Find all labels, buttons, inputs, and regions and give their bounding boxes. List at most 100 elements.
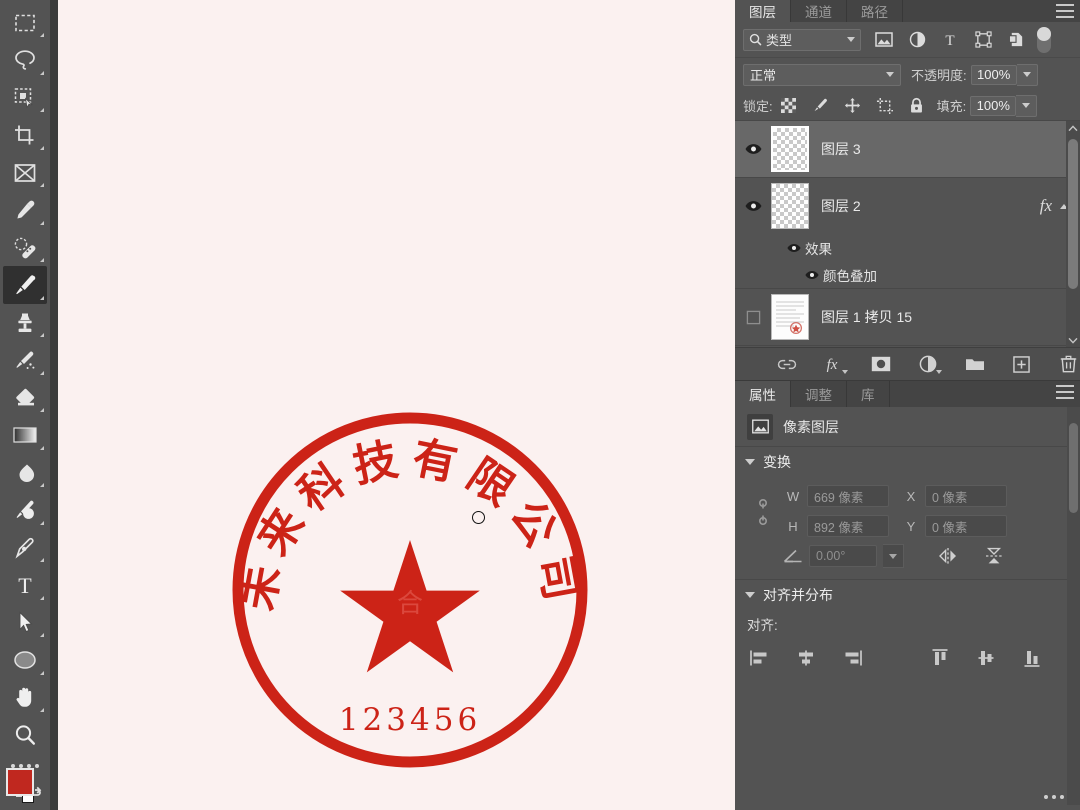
- filter-enable-toggle[interactable]: [1037, 26, 1051, 53]
- adjustment-filter-icon[interactable]: [906, 29, 928, 51]
- table-row[interactable]: 图层 3: [735, 121, 1080, 178]
- eraser-tool[interactable]: [3, 379, 47, 416]
- tab-paths[interactable]: 路径: [847, 0, 903, 22]
- frame-tool[interactable]: [3, 154, 47, 191]
- list-item[interactable]: 效果: [735, 234, 1080, 261]
- blend-mode-select[interactable]: 正常: [743, 63, 901, 86]
- dodge-tool[interactable]: [3, 491, 47, 528]
- history-brush-tool[interactable]: [3, 341, 47, 378]
- tab-libraries[interactable]: 库: [847, 381, 890, 407]
- color-swatches[interactable]: [6, 768, 46, 808]
- pixel-filter-icon[interactable]: [873, 29, 895, 51]
- properties-panel-menu-icon[interactable]: [1056, 385, 1074, 399]
- layer-thumbnail[interactable]: [771, 126, 809, 172]
- table-row[interactable]: 图层 1 拷贝 15: [735, 289, 1080, 346]
- opacity-stepper-chevron[interactable]: [1016, 63, 1038, 86]
- clone-stamp-tool[interactable]: [3, 304, 47, 341]
- layer-thumbnail[interactable]: [771, 183, 809, 229]
- foreground-color-swatch[interactable]: [6, 768, 34, 796]
- layer-style-button[interactable]: fx: [823, 353, 848, 375]
- align-bottom-edges-button[interactable]: [1019, 646, 1045, 670]
- new-group-button[interactable]: [964, 353, 986, 375]
- table-row[interactable]: [735, 346, 1080, 348]
- layer-visibility-toggle[interactable]: [735, 289, 771, 345]
- transform-section-header[interactable]: 变换: [735, 447, 1080, 477]
- document-canvas[interactable]: 未来科技有限公司 合 123456: [58, 0, 735, 810]
- gradient-tool[interactable]: [3, 416, 47, 453]
- brush-tool[interactable]: [3, 266, 47, 304]
- link-layers-button[interactable]: [776, 353, 798, 375]
- lasso-tool[interactable]: [3, 41, 47, 78]
- spot-healing-brush-tool[interactable]: [3, 229, 47, 266]
- layer-visibility-toggle[interactable]: [735, 121, 771, 177]
- align-left-edges-button[interactable]: [747, 646, 773, 670]
- zoom-tool[interactable]: [3, 716, 47, 753]
- adjustment-layer-button[interactable]: [917, 353, 942, 375]
- x-input[interactable]: 0 像素: [925, 485, 1007, 507]
- height-input[interactable]: 892 像素: [807, 515, 889, 537]
- eyedropper-tool[interactable]: [3, 191, 47, 228]
- width-input[interactable]: 669 像素: [807, 485, 889, 507]
- properties-scrollbar-thumb[interactable]: [1069, 423, 1078, 513]
- blur-tool[interactable]: [3, 454, 47, 491]
- layers-list[interactable]: 图层 3 图层 2 fx 效果 颜色叠加 图层 1 拷贝 15: [735, 121, 1080, 348]
- layer-name[interactable]: 图层 2: [821, 196, 1040, 216]
- table-row[interactable]: 图层 2 fx: [735, 178, 1080, 234]
- smartobject-filter-icon[interactable]: [1005, 29, 1027, 51]
- layers-scrollbar-thumb[interactable]: [1068, 139, 1078, 289]
- angle-input[interactable]: 0.00°: [809, 545, 877, 567]
- shape-filter-icon[interactable]: [972, 29, 994, 51]
- layers-scrollbar[interactable]: [1066, 121, 1080, 347]
- lock-all-icon[interactable]: [907, 96, 927, 116]
- fill-input[interactable]: 100%: [970, 95, 1017, 116]
- effect-group-label[interactable]: 效果: [805, 238, 832, 258]
- lock-position-icon[interactable]: [843, 96, 863, 116]
- effect-name[interactable]: 颜色叠加: [823, 265, 877, 285]
- effect-visibility-toggle[interactable]: [801, 270, 823, 280]
- scroll-up-arrow-icon[interactable]: [1066, 121, 1080, 135]
- quick-selection-tool[interactable]: [3, 79, 47, 116]
- ellipse-tool[interactable]: [3, 641, 47, 678]
- lock-transparent-pixels-icon[interactable]: [779, 96, 799, 116]
- layer-visibility-toggle[interactable]: [735, 346, 771, 347]
- type-tool[interactable]: T: [3, 566, 47, 603]
- layer-thumbnail[interactable]: [771, 347, 809, 348]
- layer-mask-button[interactable]: [870, 353, 892, 375]
- fill-stepper-chevron[interactable]: [1016, 94, 1038, 117]
- delete-layer-button[interactable]: [1058, 353, 1080, 375]
- lock-image-pixels-icon[interactable]: [811, 96, 831, 116]
- layer-fx-badge[interactable]: fx: [1040, 196, 1052, 216]
- properties-scrollbar[interactable]: [1067, 407, 1080, 805]
- tab-adjustments[interactable]: 调整: [791, 381, 847, 407]
- layers-panel-menu-icon[interactable]: [1056, 4, 1074, 18]
- layer-visibility-toggle[interactable]: [735, 178, 771, 234]
- layer-name[interactable]: 图层 3: [821, 139, 1080, 159]
- flip-horizontal-button[interactable]: [936, 545, 960, 567]
- tab-channels[interactable]: 通道: [791, 0, 847, 22]
- filter-kind-select[interactable]: 类型: [743, 28, 861, 51]
- angle-stepper-chevron[interactable]: [883, 544, 904, 568]
- effect-visibility-toggle[interactable]: [783, 243, 805, 253]
- align-right-edges-button[interactable]: [839, 646, 865, 670]
- link-aspect-ratio-button[interactable]: [755, 498, 771, 528]
- align-top-edges-button[interactable]: [927, 646, 953, 670]
- align-horizontal-centers-button[interactable]: [793, 646, 819, 670]
- layer-thumbnail[interactable]: [771, 294, 809, 340]
- opacity-input[interactable]: 100%: [970, 64, 1017, 85]
- new-layer-button[interactable]: [1011, 353, 1033, 375]
- pen-tool[interactable]: [3, 529, 47, 566]
- layer-name[interactable]: 图层 1 拷贝 15: [821, 307, 1080, 327]
- text-filter-icon[interactable]: T: [939, 29, 961, 51]
- list-item[interactable]: 颜色叠加: [735, 261, 1080, 288]
- crop-tool[interactable]: [3, 116, 47, 153]
- path-selection-tool[interactable]: [3, 604, 47, 641]
- tab-layers[interactable]: 图层: [735, 0, 791, 22]
- align-vertical-centers-button[interactable]: [973, 646, 999, 670]
- hand-tool[interactable]: [3, 679, 47, 716]
- y-input[interactable]: 0 像素: [925, 515, 1007, 537]
- flip-vertical-button[interactable]: [982, 545, 1006, 567]
- rectangular-marquee-tool[interactable]: [3, 4, 47, 41]
- align-section-header[interactable]: 对齐并分布: [735, 580, 1080, 610]
- lock-artboard-nesting-icon[interactable]: [875, 96, 895, 116]
- tab-properties[interactable]: 属性: [735, 381, 791, 407]
